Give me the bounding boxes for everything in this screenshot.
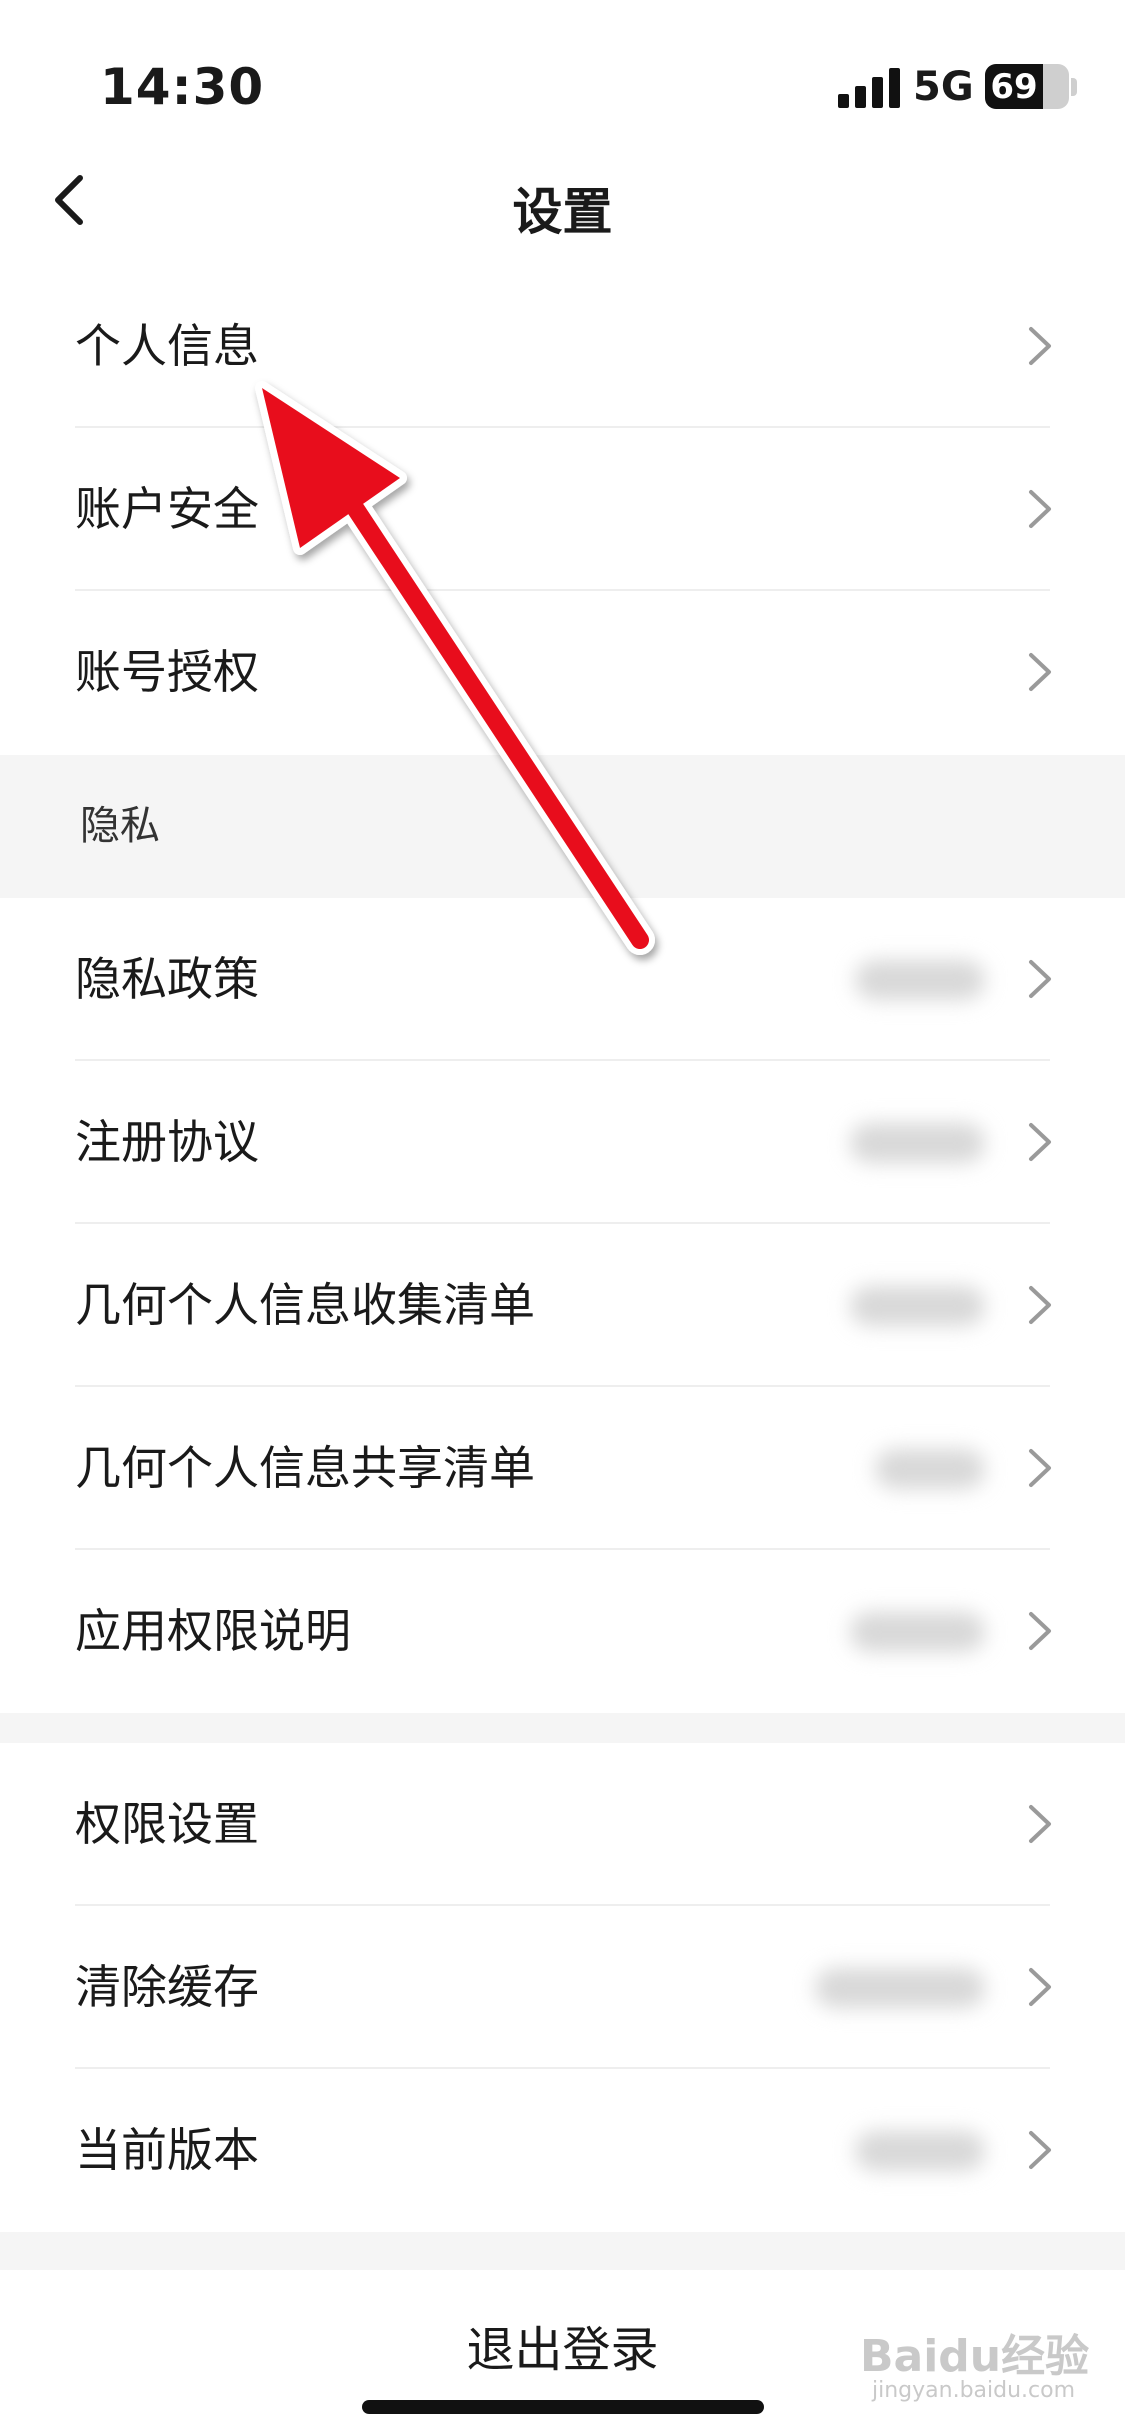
chevron-right-icon [1029,1805,1051,1843]
settings-item-label: 几何个人信息共享清单 [75,1441,535,1495]
battery-tip [1071,78,1077,96]
settings-item-account-security[interactable]: 账户安全 [0,428,1125,591]
chevron-right-icon [1029,1449,1051,1487]
blurred-value [815,1968,985,2008]
nav-bar: 设置 [0,150,1125,250]
blurred-value [850,1123,985,1163]
settings-item-label: 注册协议 [75,1115,259,1169]
battery-icon: 69 [985,64,1069,109]
settings-item-registration-agreement[interactable]: 注册协议 [0,1061,1125,1224]
chevron-right-icon [1029,1968,1051,2006]
account-settings-group: 个人信息 账户安全 账号授权 [0,265,1125,754]
home-indicator [362,2400,764,2414]
settings-item-label: 几何个人信息收集清单 [75,1278,535,1332]
watermark-brand: Baidu经验 [860,2331,1090,2382]
chevron-right-icon [1029,960,1051,998]
chevron-right-icon [1029,1286,1051,1324]
settings-item-label: 个人信息 [75,319,259,373]
blurred-value [855,960,985,1000]
blurred-value [875,1449,985,1489]
network-type: 5G [913,64,974,110]
status-bar: 14:30 5G 69 [0,0,1125,150]
battery-percent: 69 [990,66,1038,107]
settings-item-app-permissions-info[interactable]: 应用权限说明 [0,1550,1125,1713]
watermark-domain: jingyan.baidu.com [872,2378,1076,2403]
settings-item-label: 当前版本 [75,2123,259,2177]
settings-item-clear-cache[interactable]: 清除缓存 [0,1906,1125,2069]
privacy-section-header: 隐私 [0,755,1125,898]
blurred-value [850,1612,985,1652]
settings-item-label: 隐私政策 [75,952,259,1006]
settings-item-account-authorization[interactable]: 账号授权 [0,591,1125,754]
settings-item-label: 账户安全 [75,482,259,536]
other-settings-group: 权限设置 清除缓存 当前版本 [0,1743,1125,2232]
chevron-right-icon [1029,1612,1051,1650]
chevron-right-icon [1029,327,1051,365]
settings-item-info-collection-list[interactable]: 几何个人信息收集清单 [0,1224,1125,1387]
chevron-right-icon [1029,653,1051,691]
section-title-privacy: 隐私 [80,803,160,849]
status-time: 14:30 [100,58,265,116]
settings-item-permission-settings[interactable]: 权限设置 [0,1743,1125,1906]
privacy-settings-group: 隐私政策 注册协议 几何个人信息收集清单 几何个人信息共享清单 应用权限说明 [0,898,1125,1713]
settings-item-current-version[interactable]: 当前版本 [0,2069,1125,2232]
settings-item-label: 应用权限说明 [75,1604,351,1658]
settings-item-privacy-policy[interactable]: 隐私政策 [0,898,1125,1061]
signal-strength-icon [838,66,902,108]
settings-item-info-sharing-list[interactable]: 几何个人信息共享清单 [0,1387,1125,1550]
settings-item-label: 清除缓存 [75,1960,259,2014]
blurred-value [855,2131,985,2171]
section-gap [0,1713,1125,1743]
chevron-right-icon [1029,2131,1051,2169]
settings-item-personal-info[interactable]: 个人信息 [0,265,1125,428]
settings-item-label: 账号授权 [75,645,259,699]
section-gap [0,2232,1125,2270]
settings-item-label: 权限设置 [75,1797,259,1851]
page-title: 设置 [512,183,613,241]
blurred-value [850,1286,985,1326]
chevron-right-icon [1029,490,1051,528]
chevron-right-icon [1029,1123,1051,1161]
